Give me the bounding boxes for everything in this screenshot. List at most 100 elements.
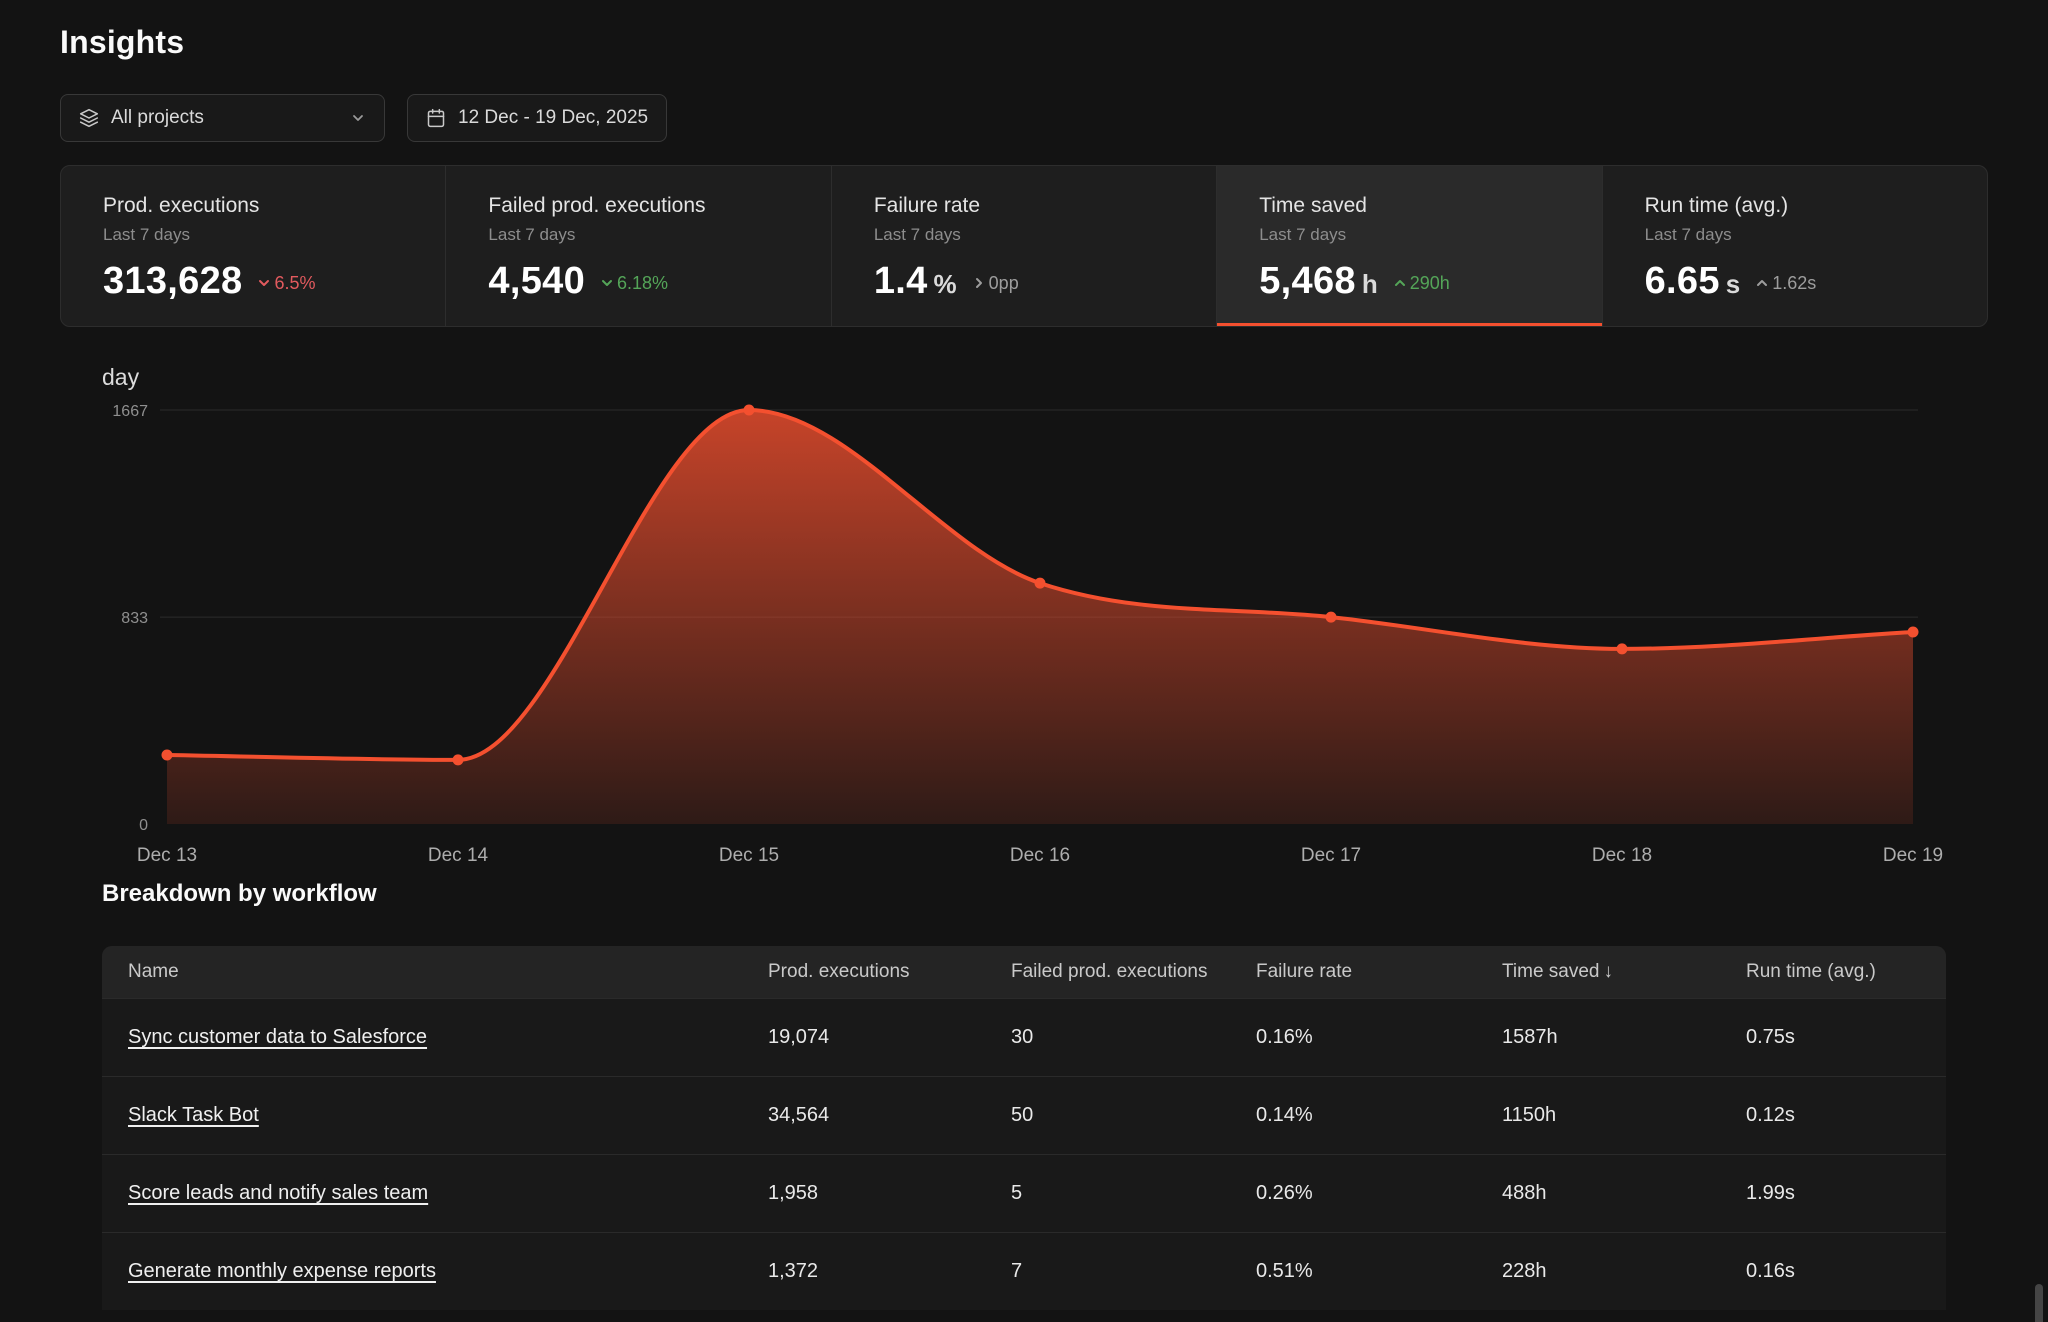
column-header-failed-prod-executions[interactable]: Failed prod. executions — [1011, 961, 1256, 983]
metric-subtitle: Last 7 days — [874, 225, 1216, 245]
metric-value: 4,540 — [488, 260, 585, 303]
metric-subtitle: Last 7 days — [103, 225, 445, 245]
prod-executions-cell: 1,372 — [768, 1260, 1011, 1283]
vertical-scrollbar-thumb[interactable] — [2035, 1284, 2043, 1322]
chart-granularity-label: day — [102, 364, 139, 391]
metric-delta-value: 0pp — [989, 273, 1019, 294]
chevron-down-icon — [350, 110, 366, 126]
page-title: Insights — [60, 24, 184, 61]
column-header-failure-rate[interactable]: Failure rate — [1256, 961, 1502, 983]
metric-value: 5,468 — [1259, 260, 1356, 303]
run-time-cell: 0.16s — [1746, 1260, 1946, 1283]
metric-unit: h — [1362, 269, 1378, 300]
y-axis-tick-label: 1667 — [112, 403, 148, 420]
chart-point — [453, 754, 464, 765]
metric-value: 1.4 — [874, 260, 928, 303]
metric-delta-value: 6.5% — [274, 273, 315, 294]
metric-delta-value: 6.18% — [617, 273, 668, 294]
workflow-name-link[interactable]: Generate monthly expense reports — [128, 1260, 436, 1282]
column-header-time-saved[interactable]: Time saved ↓ — [1502, 961, 1746, 983]
failure-rate-cell: 0.26% — [1256, 1182, 1502, 1205]
workflow-name-link[interactable]: Slack Task Bot — [128, 1104, 259, 1126]
metric-title: Failed prod. executions — [488, 194, 830, 218]
workflow-name-link[interactable]: Sync customer data to Salesforce — [128, 1026, 427, 1048]
metric-delta: 6.18% — [599, 273, 668, 294]
table-header-row: Name Prod. executions Failed prod. execu… — [102, 946, 1946, 998]
run-time-cell: 0.75s — [1746, 1026, 1946, 1049]
y-axis-tick-label: 0 — [139, 817, 148, 834]
project-filter-label: All projects — [111, 107, 204, 129]
project-filter-dropdown[interactable]: All projects — [60, 94, 385, 142]
column-header-name[interactable]: Name — [102, 961, 768, 983]
failed-executions-cell: 30 — [1011, 1026, 1256, 1049]
chart-point — [1326, 612, 1337, 623]
time-saved-cell: 488h — [1502, 1182, 1746, 1205]
metric-unit: % — [934, 269, 957, 300]
metric-card[interactable]: Time saved Last 7 days 5,468h 290h — [1217, 166, 1602, 326]
metric-subtitle: Last 7 days — [488, 225, 830, 245]
metric-delta: 0pp — [971, 273, 1019, 294]
filters-bar: All projects 12 Dec - 19 Dec, 2025 — [60, 94, 667, 142]
name-cell: Slack Task Bot — [102, 1104, 768, 1127]
metric-value: 6.65 — [1645, 260, 1720, 303]
layers-icon — [79, 108, 99, 128]
table-row: Generate monthly expense reports 1,372 7… — [102, 1232, 1946, 1310]
metric-value-row: 6.65s 1.62s — [1645, 260, 1987, 303]
metric-value-row: 4,540 6.18% — [488, 260, 830, 303]
metric-card[interactable]: Failure rate Last 7 days 1.4% 0pp — [832, 166, 1217, 326]
failure-rate-cell: 0.14% — [1256, 1104, 1502, 1127]
workflow-breakdown-table: Name Prod. executions Failed prod. execu… — [102, 946, 1946, 1310]
metric-title: Failure rate — [874, 194, 1216, 218]
chart-point — [162, 750, 173, 761]
metric-card[interactable]: Run time (avg.) Last 7 days 6.65s 1.62s — [1603, 166, 1987, 326]
date-range-picker[interactable]: 12 Dec - 19 Dec, 2025 — [407, 94, 667, 142]
sort-descending-icon: ↓ — [1604, 961, 1614, 983]
metric-card[interactable]: Failed prod. executions Last 7 days 4,54… — [446, 166, 831, 326]
x-axis-tick-label: Dec 16 — [1010, 845, 1070, 866]
x-axis-tick-label: Dec 14 — [428, 845, 489, 866]
prod-executions-cell: 1,958 — [768, 1182, 1011, 1205]
workflow-name-link[interactable]: Score leads and notify sales team — [128, 1182, 428, 1204]
metric-delta: 290h — [1392, 273, 1450, 294]
failed-executions-cell: 5 — [1011, 1182, 1256, 1205]
name-cell: Generate monthly expense reports — [102, 1260, 768, 1283]
table-body: Sync customer data to Salesforce 19,074 … — [102, 998, 1946, 1310]
chart-point — [1908, 627, 1919, 638]
metric-value: 313,628 — [103, 260, 242, 303]
delta-chevron-icon — [1392, 275, 1408, 291]
failure-rate-cell: 0.16% — [1256, 1026, 1502, 1049]
prod-executions-cell: 34,564 — [768, 1104, 1011, 1127]
chart-point — [1617, 643, 1628, 654]
x-axis-tick-label: Dec 17 — [1301, 845, 1361, 866]
delta-chevron-icon — [256, 275, 272, 291]
x-axis-tick-label: Dec 19 — [1883, 845, 1943, 866]
delta-chevron-icon — [599, 275, 615, 291]
delta-chevron-icon — [971, 275, 987, 291]
time-saved-cell: 1587h — [1502, 1026, 1746, 1049]
metric-card[interactable]: Prod. executions Last 7 days 313,628 6.5… — [61, 166, 446, 326]
name-cell: Sync customer data to Salesforce — [102, 1026, 768, 1049]
x-axis-tick-label: Dec 15 — [719, 845, 779, 866]
metric-delta-value: 290h — [1410, 273, 1450, 294]
table-row: Score leads and notify sales team 1,958 … — [102, 1154, 1946, 1232]
metric-title: Time saved — [1259, 194, 1601, 218]
y-axis-tick-label: 833 — [121, 610, 148, 627]
failure-rate-cell: 0.51% — [1256, 1260, 1502, 1283]
x-axis-tick-label: Dec 18 — [1592, 845, 1652, 866]
calendar-icon — [426, 108, 446, 128]
chart-point — [744, 405, 755, 416]
metric-title: Prod. executions — [103, 194, 445, 218]
run-time-cell: 1.99s — [1746, 1182, 1946, 1205]
table-row: Sync customer data to Salesforce 19,074 … — [102, 998, 1946, 1076]
x-axis-tick-label: Dec 13 — [137, 845, 197, 866]
column-header-run-time[interactable]: Run time (avg.) — [1746, 961, 1946, 983]
failed-executions-cell: 50 — [1011, 1104, 1256, 1127]
table-row: Slack Task Bot 34,564 50 0.14% 1150h 0.1… — [102, 1076, 1946, 1154]
metric-subtitle: Last 7 days — [1645, 225, 1987, 245]
metric-value-row: 5,468h 290h — [1259, 260, 1601, 303]
time-saved-cell: 228h — [1502, 1260, 1746, 1283]
delta-chevron-icon — [1754, 275, 1770, 291]
metric-value-row: 1.4% 0pp — [874, 260, 1216, 303]
column-header-prod-executions[interactable]: Prod. executions — [768, 961, 1011, 983]
prod-executions-cell: 19,074 — [768, 1026, 1011, 1049]
